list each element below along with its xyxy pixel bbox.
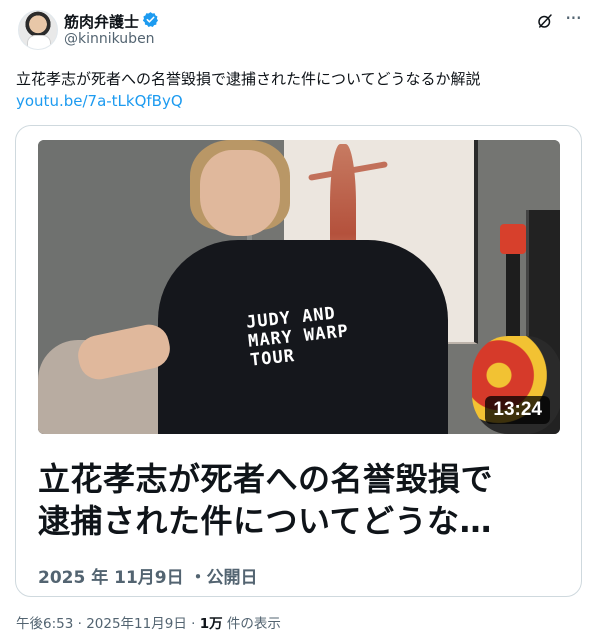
tweet-timestamp[interactable]: 午後6:53 · 2025年11月9日 · — [16, 616, 200, 632]
grok-icon[interactable] — [536, 12, 554, 30]
thumbnail-person-face — [200, 150, 280, 236]
user-handle[interactable]: @kinnikuben — [64, 31, 155, 47]
view-count: 1万 — [199, 616, 223, 632]
card-title-line2: 逮捕された件についてどうな… — [38, 502, 493, 540]
video-duration-badge: 13:24 — [485, 396, 550, 424]
view-count-label: 件の表示 — [222, 616, 281, 632]
tweet-footer: 午後6:53 · 2025年11月9日 · 1万 件の表示 — [16, 612, 281, 632]
card-title-line1: 立花孝志が死者への名誉毀損で — [38, 460, 494, 498]
tweet-text: 立花孝志が死者への名誉毀損で逮捕された件についてどうなるか解説 — [16, 70, 481, 88]
verified-badge-icon — [142, 12, 159, 28]
avatar-shirt — [27, 35, 51, 49]
tweet-header: 筋肉弁護士 @kinnikuben ··· — [14, 8, 584, 52]
more-options-icon[interactable]: ··· — [562, 8, 584, 31]
card-title[interactable]: 立花孝志が死者への名誉毀損で 逮捕された件についてどうな… — [38, 458, 562, 542]
card-publish-date: 2025 年 11月9日 ・公開日 — [38, 568, 258, 588]
display-name[interactable]: 筋肉弁護士 — [64, 11, 139, 32]
link-card[interactable]: JUDY AND MARY WARP TOUR 13:24 立花孝志が死者への名… — [15, 125, 582, 597]
thumbnail-shirt-text: JUDY AND MARY WARP TOUR — [245, 303, 350, 371]
thumbnail-guitar-head — [500, 224, 526, 254]
tweet-link[interactable]: youtu.be/7a-tLkQfByQ — [16, 92, 183, 110]
avatar[interactable] — [18, 10, 58, 50]
video-thumbnail[interactable]: JUDY AND MARY WARP TOUR 13:24 — [38, 140, 560, 434]
